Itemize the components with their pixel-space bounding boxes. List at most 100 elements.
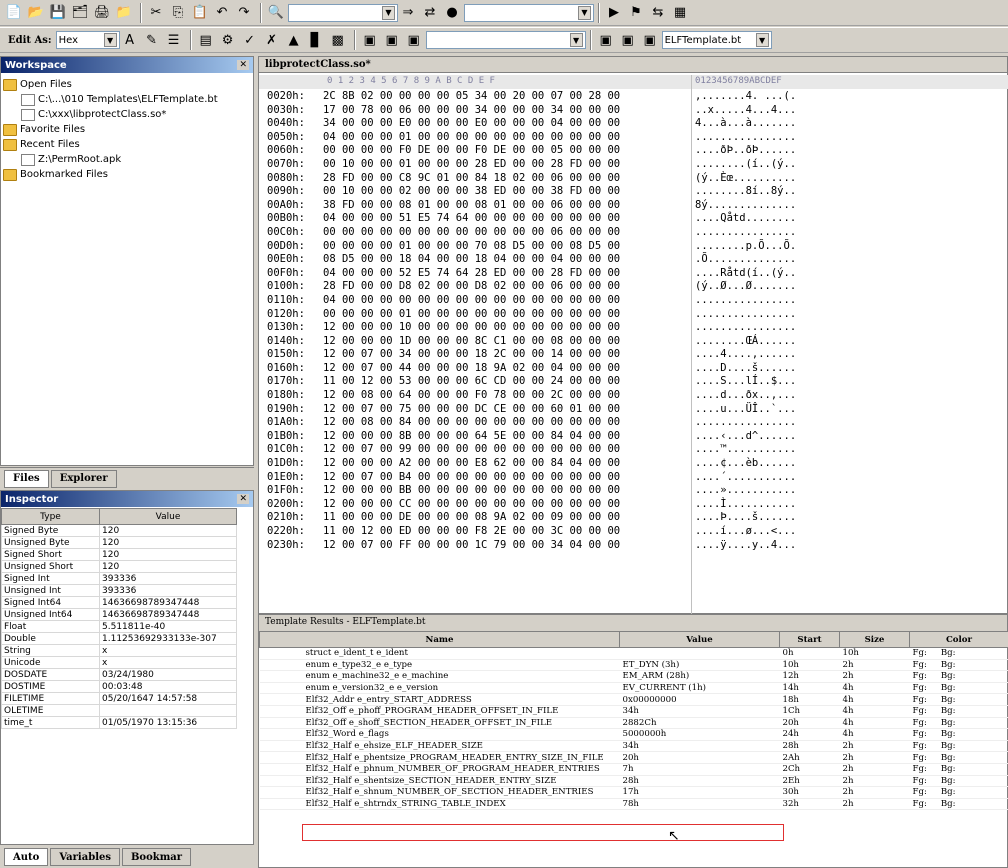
- template-result-row[interactable]: Elf32_Half e_phentsize_PROGRAM_HEADER_EN…: [259, 751, 1008, 764]
- chevron-down-icon[interactable]: ▼: [578, 5, 591, 20]
- hex-row[interactable]: 01D0h: 12 00 00 00 A2 00 00 00 E8 62 00 0…: [259, 457, 1008, 471]
- tab-auto[interactable]: Auto: [4, 848, 49, 866]
- template-result-row[interactable]: Elf32_Half e_shentsize_SECTION_HEADER_EN…: [259, 775, 1008, 788]
- hex-row[interactable]: 0030h: 17 00 78 00 06 00 00 00 34 00 00 0…: [259, 104, 1008, 118]
- inspector-row[interactable]: Signed Int64 14636698789347448: [1, 596, 237, 609]
- template-result-row[interactable]: struct e_ident_t e_ident 0h 10h Fg: Bg:: [259, 647, 1008, 660]
- redo-icon[interactable]: ↷: [234, 3, 254, 23]
- hex-body[interactable]: 0020h: 2C 8B 02 00 00 00 00 05 34 00 20 0…: [259, 90, 1008, 615]
- hex-row[interactable]: 0050h: 04 00 00 00 01 00 00 00 00 00 00 0…: [259, 131, 1008, 145]
- hex-row[interactable]: 00E0h: 08 D5 00 00 18 04 00 00 18 04 00 0…: [259, 253, 1008, 267]
- highlight-icon[interactable]: ✎: [142, 30, 162, 50]
- histogram-icon[interactable]: ▊: [306, 30, 326, 50]
- hex-row[interactable]: 0160h: 12 00 07 00 44 00 00 00 18 9A 02 0…: [259, 362, 1008, 376]
- hex-row[interactable]: 01F0h: 12 00 00 00 BB 00 00 00 00 00 00 0…: [259, 484, 1008, 498]
- inspector-row[interactable]: Float 5.511811e-40: [1, 620, 237, 633]
- hex-row[interactable]: 0060h: 00 00 00 00 F0 DE 00 00 F0 DE 00 0…: [259, 144, 1008, 158]
- tree-file-so[interactable]: C:\xxx\libprotectClass.so*: [3, 107, 251, 122]
- edit-as-combo[interactable]: Hex ▼: [55, 31, 120, 49]
- view-icon[interactable]: ▤: [196, 30, 216, 50]
- hex-row[interactable]: 0090h: 00 10 00 00 02 00 00 00 38 ED 00 0…: [259, 185, 1008, 199]
- template-edit-icon[interactable]: ▣: [382, 30, 402, 50]
- chevron-down-icon[interactable]: ▼: [755, 33, 769, 47]
- template-list-icon[interactable]: ▣: [618, 30, 638, 50]
- inspector-row[interactable]: time_t 01/05/1970 13:15:36: [1, 716, 237, 729]
- cut-icon[interactable]: ✂: [146, 3, 166, 23]
- close-icon[interactable]: ✕: [237, 60, 249, 70]
- inspector-row[interactable]: Unicode x: [1, 656, 237, 669]
- results-col-size[interactable]: Size: [839, 631, 910, 648]
- template-result-row[interactable]: Elf32_Off e_shoff_SECTION_HEADER_OFFSET_…: [259, 717, 1008, 730]
- script-icon[interactable]: ▩: [328, 30, 348, 50]
- hex-row[interactable]: 0190h: 12 00 07 00 75 00 00 00 DC CE 00 0…: [259, 403, 1008, 417]
- template-run-icon[interactable]: ▣: [360, 30, 380, 50]
- tab-files[interactable]: Files: [4, 469, 49, 488]
- template-result-row[interactable]: Elf32_Word e_flags 5000000h 24h 4h Fg: Bg:: [259, 728, 1008, 741]
- inspector-row[interactable]: Unsigned Int64 14636698789347448: [1, 608, 237, 621]
- settings-icon[interactable]: ⚙: [218, 30, 238, 50]
- hex-row[interactable]: 0110h: 04 00 00 00 00 00 00 00 00 00 00 0…: [259, 294, 1008, 308]
- find-combo[interactable]: ▼: [288, 3, 398, 22]
- columns-icon[interactable]: ☰: [164, 30, 184, 50]
- inspector-row[interactable]: OLETIME: [1, 704, 237, 717]
- inspector-row[interactable]: Unsigned Short 120: [1, 560, 237, 573]
- find-next-icon[interactable]: ⇒: [398, 3, 418, 23]
- hex-row[interactable]: 00C0h: 00 00 00 00 00 00 00 00 00 00 00 0…: [259, 226, 1008, 240]
- template-result-row[interactable]: Elf32_Half e_shtrndx_STRING_TABLE_INDEX 7…: [259, 798, 1008, 811]
- results-col-value[interactable]: Value: [619, 631, 780, 648]
- inspector-row[interactable]: Unsigned Byte 120: [1, 536, 237, 549]
- hex-row[interactable]: 0200h: 12 00 00 00 CC 00 00 00 00 00 00 0…: [259, 498, 1008, 512]
- hex-row[interactable]: 0020h: 2C 8B 02 00 00 00 00 05 34 00 20 0…: [259, 90, 1008, 104]
- template-result-row[interactable]: Elf32_Off e_phoff_PROGRAM_HEADER_OFFSET_…: [259, 705, 1008, 718]
- hex-row[interactable]: 0140h: 12 00 00 00 1D 00 00 00 8C C1 00 0…: [259, 335, 1008, 349]
- hex-row[interactable]: 0230h: 12 00 07 00 FF 00 00 00 1C 79 00 0…: [259, 539, 1008, 553]
- template-result-row[interactable]: enum e_type32_e e_type ET_DYN (3h) 10h 2h Fg…: [259, 659, 1008, 672]
- print-icon[interactable]: 🖨: [92, 3, 112, 23]
- hex-row[interactable]: 0040h: 34 00 00 00 E0 00 00 00 E0 00 00 0…: [259, 117, 1008, 131]
- template-result-row[interactable]: enum e_machine32_e e_machine EM_ARM (28h)…: [259, 670, 1008, 683]
- results-col-start[interactable]: Start: [779, 631, 840, 648]
- template-icon[interactable]: ▣: [596, 30, 616, 50]
- hex-row[interactable]: 0150h: 12 00 07 00 34 00 00 00 18 2C 00 0…: [259, 348, 1008, 362]
- template-result-row[interactable]: enum e_version32_e e_version EV_CURRENT (…: [259, 682, 1008, 695]
- results-col-name[interactable]: Name: [259, 631, 620, 648]
- undo-icon[interactable]: ↶: [212, 3, 232, 23]
- inspector-row[interactable]: Signed Int 393336: [1, 572, 237, 585]
- hex-row[interactable]: 00A0h: 38 FD 00 00 08 01 00 00 08 01 00 0…: [259, 199, 1008, 213]
- hex-row[interactable]: 0080h: 28 FD 00 00 C8 9C 01 00 84 18 02 0…: [259, 172, 1008, 186]
- template-result-row[interactable]: Elf32_Half e_shnum_NUMBER_OF_SECTION_HEA…: [259, 786, 1008, 799]
- tools-icon[interactable]: ✗: [262, 30, 282, 50]
- template-result-row[interactable]: Elf32_Addr e_entry_START_ADDRESS 0x000000…: [259, 693, 1008, 706]
- tree-recent-apk[interactable]: Z:\PermRoot.apk: [3, 152, 251, 167]
- inspector-row[interactable]: Signed Byte 120: [1, 524, 237, 537]
- template-combo[interactable]: ELFTemplate.bt ▼: [661, 31, 772, 49]
- close-icon[interactable]: ✕: [237, 494, 249, 504]
- hex-row[interactable]: 0220h: 11 00 12 00 ED 00 00 00 F8 2E 00 0…: [259, 525, 1008, 539]
- inspector-col-value[interactable]: Value: [99, 508, 237, 525]
- hex-row[interactable]: 0070h: 00 10 00 00 01 00 00 00 28 ED 00 0…: [259, 158, 1008, 172]
- chart-icon[interactable]: ▲: [284, 30, 304, 50]
- inspector-row[interactable]: String x: [1, 644, 237, 657]
- hex-row[interactable]: 01C0h: 12 00 07 00 99 00 00 00 00 00 00 0…: [259, 443, 1008, 457]
- tree-bookmarked-files[interactable]: Bookmarked Files: [3, 167, 251, 182]
- goto-icon[interactable]: ●: [442, 3, 462, 23]
- replace-icon[interactable]: ⇄: [420, 3, 440, 23]
- script-combo[interactable]: ▼: [425, 31, 586, 49]
- inspector-row[interactable]: DOSDATE 03/24/1980: [1, 668, 237, 681]
- tree-open-files[interactable]: Open Files: [3, 77, 251, 92]
- tab-explorer[interactable]: Explorer: [50, 469, 117, 488]
- tab-bookmarks[interactable]: Bookmar: [121, 848, 192, 866]
- hex-row[interactable]: 0120h: 00 00 00 00 01 00 00 00 00 00 00 0…: [259, 308, 1008, 322]
- hex-row[interactable]: 00D0h: 00 00 00 00 01 00 00 00 70 08 D5 0…: [259, 240, 1008, 254]
- template-result-row[interactable]: Elf32_Half e_ehsize_ELF_HEADER_SIZE 34h 28…: [259, 740, 1008, 753]
- hex-row[interactable]: 01A0h: 12 00 08 00 84 00 00 00 00 00 00 0…: [259, 416, 1008, 430]
- goto-combo[interactable]: ▼: [464, 3, 594, 22]
- folder-icon[interactable]: 📁: [114, 3, 134, 23]
- inspector-row[interactable]: Double 1.11253692933133e-307: [1, 632, 237, 645]
- inspector-row[interactable]: FILETIME 05/20/1647 14:57:58: [1, 692, 237, 705]
- chevron-down-icon[interactable]: ▼: [569, 33, 583, 47]
- inspector-col-type[interactable]: Type: [1, 508, 100, 525]
- font-icon[interactable]: A: [120, 30, 140, 50]
- inspector-row[interactable]: Unsigned Int 393336: [1, 584, 237, 597]
- run-script-icon[interactable]: ▶: [604, 3, 624, 23]
